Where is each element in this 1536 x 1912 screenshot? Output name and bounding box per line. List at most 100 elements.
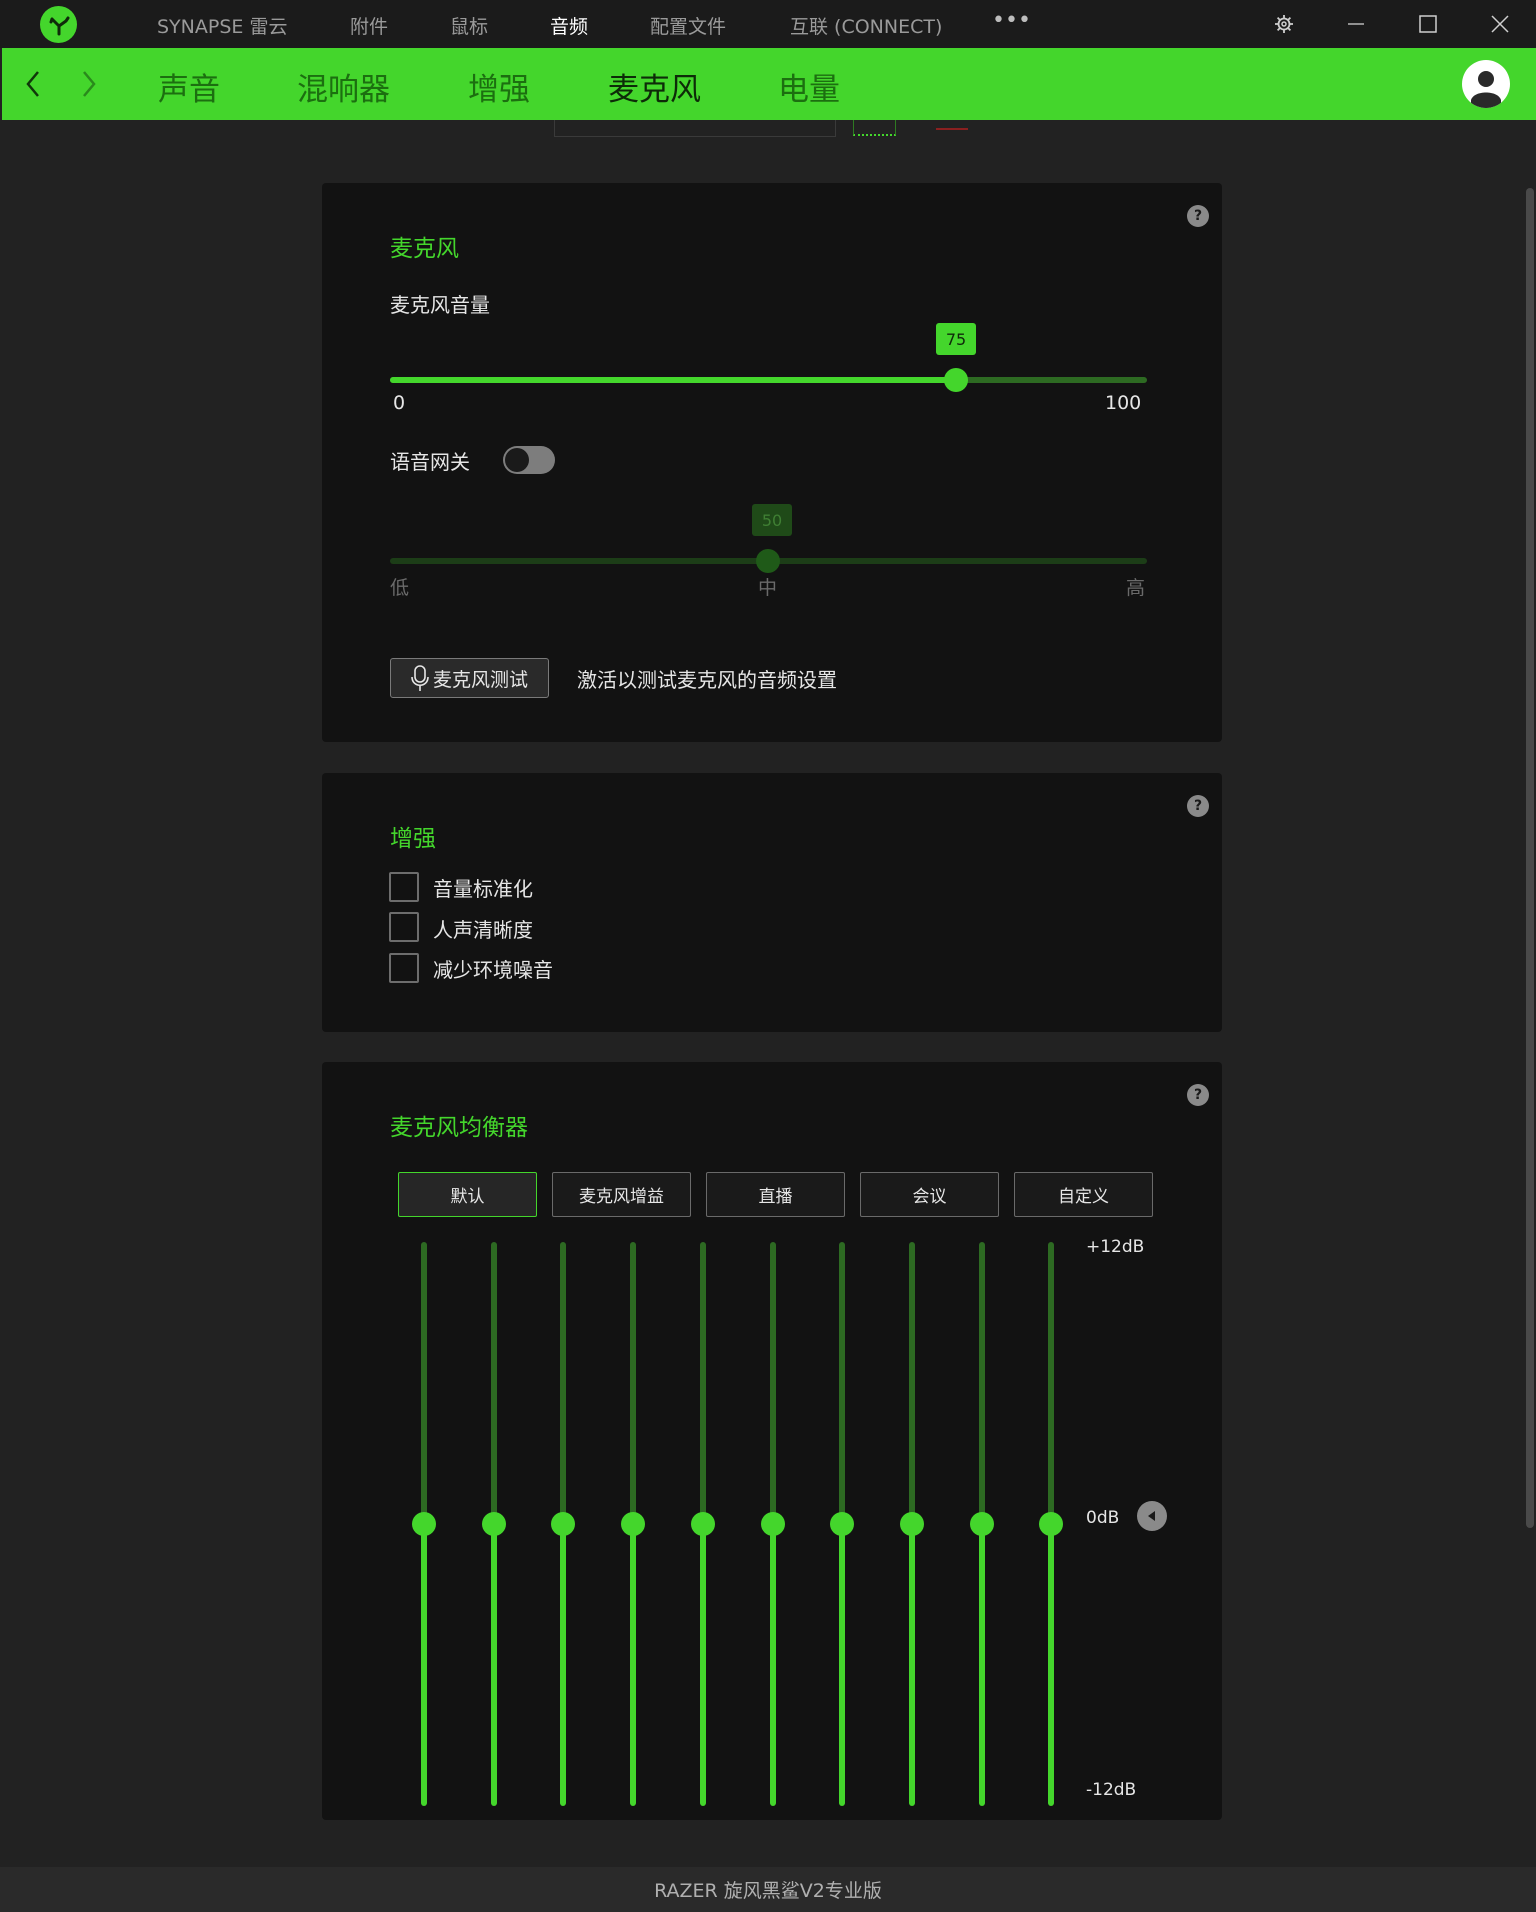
- eq-band-thumb[interactable]: [412, 1512, 436, 1536]
- microphone-icon: [411, 665, 429, 691]
- eq-band-6[interactable]: [761, 1242, 785, 1806]
- help-icon[interactable]: ?: [1187, 795, 1209, 817]
- volume-normalization-checkbox[interactable]: [389, 872, 419, 902]
- eq-band-thumb[interactable]: [970, 1512, 994, 1536]
- tab-power[interactable]: 电量: [778, 64, 840, 109]
- eq-band-track-lower: [839, 1524, 845, 1806]
- vocal-clarity-checkbox[interactable]: [389, 912, 419, 942]
- mic-volume-value-bubble: 75: [936, 323, 976, 355]
- device-name: RAZER 旋风黑鲨V2专业版: [654, 1880, 882, 1902]
- ambient-noise-reduction-checkbox[interactable]: [389, 953, 419, 983]
- eq-min-label: -12dB: [1086, 1780, 1137, 1800]
- voice-gate-toggle[interactable]: [503, 446, 555, 474]
- mic-volume-slider-thumb[interactable]: [944, 368, 968, 392]
- eq-band-track-upper: [979, 1242, 985, 1524]
- preset-default-button[interactable]: 默认: [398, 1172, 537, 1217]
- eq-reset-arrow-icon[interactable]: [1137, 1501, 1167, 1531]
- help-icon[interactable]: ?: [1187, 1084, 1209, 1106]
- gate-mid-label: 中: [758, 577, 778, 599]
- eq-band-4[interactable]: [621, 1242, 645, 1806]
- gate-slider-thumb[interactable]: [756, 549, 780, 573]
- eq-band-track-upper: [421, 1242, 427, 1524]
- eq-band-track-upper: [491, 1242, 497, 1524]
- eq-band-thumb[interactable]: [1039, 1512, 1063, 1536]
- eq-band-track-lower: [491, 1524, 497, 1806]
- eq-band-track-upper: [630, 1242, 636, 1524]
- vocal-clarity-label: 人声清晰度: [433, 918, 533, 942]
- enhance-card: ? 增强 音量标准化 人声清晰度 减少环境噪音: [322, 773, 1222, 1032]
- razer-logo-icon[interactable]: [40, 6, 77, 43]
- maximize-icon[interactable]: [1398, 0, 1458, 48]
- eq-band-track-upper: [770, 1242, 776, 1524]
- more-menu-icon[interactable]: •••: [992, 8, 1031, 33]
- eq-band-thumb[interactable]: [761, 1512, 785, 1536]
- eq-band-thumb[interactable]: [900, 1512, 924, 1536]
- eq-band-7[interactable]: [830, 1242, 854, 1806]
- eq-band-track-lower: [770, 1524, 776, 1806]
- eq-band-3[interactable]: [551, 1242, 575, 1806]
- eq-band-thumb[interactable]: [482, 1512, 506, 1536]
- tab-sound[interactable]: 声音: [158, 64, 220, 109]
- eq-band-track-lower: [630, 1524, 636, 1806]
- eq-band-track-upper: [700, 1242, 706, 1524]
- tab-mixer[interactable]: 混响器: [297, 64, 390, 109]
- eq-band-track-upper: [909, 1242, 915, 1524]
- eq-band-2[interactable]: [482, 1242, 506, 1806]
- eq-band-track-lower: [700, 1524, 706, 1806]
- eq-max-label: +12dB: [1086, 1237, 1145, 1257]
- preset-mic-boost-button[interactable]: 麦克风增益: [552, 1172, 691, 1217]
- eq-band-track-upper: [1048, 1242, 1054, 1524]
- title-bar: SYNAPSE 雷云 附件 鼠标 音频 配置文件 互联 (CONNECT) ••…: [0, 0, 1536, 48]
- eq-band-5[interactable]: [691, 1242, 715, 1806]
- mic-test-button[interactable]: 麦克风测试: [390, 658, 549, 698]
- gate-high-label: 高: [1126, 577, 1146, 599]
- eq-band-thumb[interactable]: [830, 1512, 854, 1536]
- preset-streaming-button[interactable]: 直播: [706, 1172, 845, 1217]
- preset-custom-button[interactable]: 自定义: [1014, 1172, 1153, 1217]
- settings-gear-icon[interactable]: [1254, 0, 1314, 48]
- eq-band-9[interactable]: [970, 1242, 994, 1806]
- eq-band-thumb[interactable]: [621, 1512, 645, 1536]
- eq-band-track-lower: [421, 1524, 427, 1806]
- eq-band-thumb[interactable]: [691, 1512, 715, 1536]
- eq-band-track-upper: [560, 1242, 566, 1524]
- scrollbar[interactable]: [1526, 188, 1534, 1528]
- microphone-title: 麦克风: [390, 236, 459, 262]
- mic-volume-label: 麦克风音量: [390, 293, 490, 317]
- mic-test-description: 激活以测试麦克风的音频设置: [577, 668, 837, 692]
- eq-band-track-lower: [909, 1524, 915, 1806]
- scrolled-content-edge: [853, 120, 896, 136]
- preset-meeting-button[interactable]: 会议: [860, 1172, 999, 1217]
- topnav-mouse[interactable]: 鼠标: [450, 12, 488, 39]
- eq-band-track-lower: [560, 1524, 566, 1806]
- enhance-title: 增强: [390, 826, 436, 852]
- tab-microphone[interactable]: 麦克风: [608, 64, 701, 109]
- eq-band-track-upper: [839, 1242, 845, 1524]
- forward-arrow-icon[interactable]: [74, 66, 104, 102]
- microphone-card: ? 麦克风 麦克风音量 75 0 100 语音网关 50 低 中 高 麦克风测试…: [322, 183, 1222, 742]
- mic-test-label: 麦克风测试: [432, 668, 528, 691]
- eq-band-thumb[interactable]: [551, 1512, 575, 1536]
- tab-enhance[interactable]: 增强: [468, 64, 530, 109]
- eq-band-track-lower: [979, 1524, 985, 1806]
- eq-band-1[interactable]: [412, 1242, 436, 1806]
- topnav-synapse[interactable]: SYNAPSE 雷云: [157, 12, 287, 39]
- mic-volume-fill: [390, 377, 956, 383]
- help-icon[interactable]: ?: [1187, 205, 1209, 227]
- gate-value-bubble: 50: [752, 504, 792, 536]
- mic-volume-min: 0: [393, 392, 406, 414]
- close-icon[interactable]: [1470, 0, 1530, 48]
- topnav-accessories[interactable]: 附件: [350, 12, 388, 39]
- back-arrow-icon[interactable]: [18, 66, 48, 102]
- user-avatar-icon[interactable]: [1462, 60, 1510, 108]
- scrolled-content-edge: [936, 128, 968, 130]
- topnav-profiles[interactable]: 配置文件: [650, 12, 726, 39]
- sub-nav: 声音 混响器 增强 麦克风 电量: [2, 48, 1536, 120]
- eq-band-8[interactable]: [900, 1242, 924, 1806]
- ambient-noise-reduction-label: 减少环境噪音: [433, 958, 553, 982]
- voice-gate-label: 语音网关: [390, 450, 470, 474]
- eq-band-10[interactable]: [1039, 1242, 1063, 1806]
- topnav-connect[interactable]: 互联 (CONNECT): [790, 12, 942, 39]
- topnav-audio[interactable]: 音频: [550, 12, 588, 39]
- minimize-icon[interactable]: [1326, 0, 1386, 48]
